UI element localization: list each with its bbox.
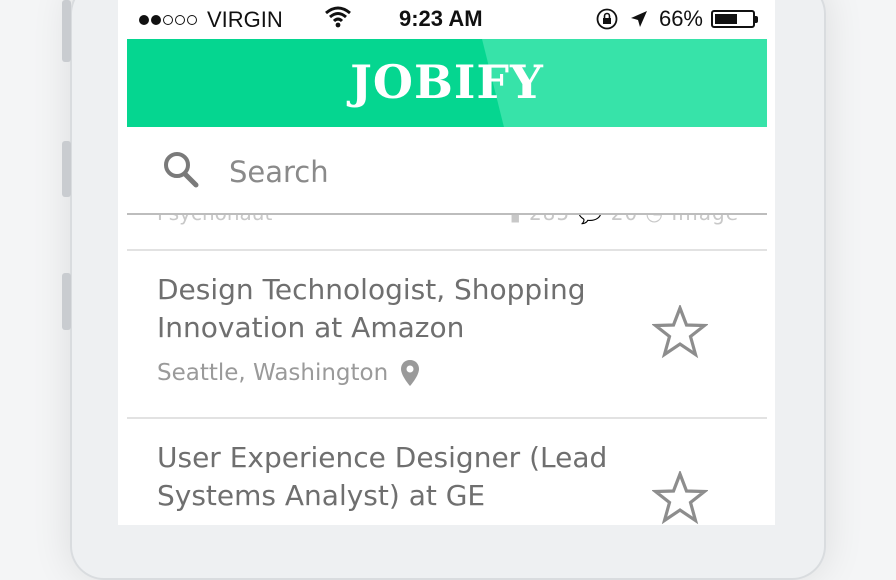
star-icon[interactable]	[652, 471, 708, 525]
partial-company: Psychonaut	[157, 215, 272, 225]
signal-carrier: VIRGIN	[139, 7, 283, 33]
volume-up-button	[62, 141, 71, 197]
job-location: Seattle, Washington	[157, 359, 420, 387]
job-title: User Experience Designer (Lead Systems A…	[157, 441, 608, 512]
wifi-icon	[325, 6, 351, 28]
job-list-item[interactable]: Design Technologist, Shopping Innovation…	[127, 249, 767, 419]
star-icon[interactable]	[652, 305, 708, 359]
job-title: Design Technologist, Shopping Innovation…	[157, 273, 586, 344]
search-bar[interactable]	[127, 127, 767, 215]
battery-icon	[711, 10, 758, 28]
app-logo: JOBIFY	[350, 55, 544, 109]
rotation-lock-icon	[596, 8, 618, 30]
status-bar: VIRGIN 9:23 AM 66%	[127, 0, 767, 38]
signal-dot	[163, 15, 173, 25]
battery-percent: 66%	[658, 6, 703, 31]
carrier-name: VIRGIN	[207, 7, 283, 32]
clock: 9:23 AM	[399, 6, 483, 31]
partial-list-item[interactable]: Psychonaut ▮ 285 💬 20 ◷ Image	[127, 215, 767, 251]
signal-dot	[139, 15, 149, 25]
side-button	[62, 0, 71, 62]
location-arrow-icon	[630, 11, 647, 27]
volume-down-button	[62, 273, 71, 330]
signal-dot	[151, 15, 161, 25]
search-input[interactable]	[227, 151, 631, 193]
signal-dot	[175, 15, 185, 25]
job-list-item[interactable]: User Experience Designer (Lead Systems A…	[127, 419, 767, 525]
signal-dot	[187, 15, 197, 25]
job-location-text: Seattle, Washington	[157, 360, 389, 386]
job-list: Psychonaut ▮ 285 💬 20 ◷ Image Design Tec…	[127, 215, 767, 525]
partial-meta: ▮ 285 💬 20 ◷ Image	[510, 215, 739, 225]
location-pin-icon	[401, 360, 420, 386]
search-icon[interactable]	[163, 151, 199, 189]
battery-fill	[715, 14, 738, 24]
app-header: JOBIFY	[127, 39, 767, 127]
status-right: 66%	[595, 6, 758, 32]
